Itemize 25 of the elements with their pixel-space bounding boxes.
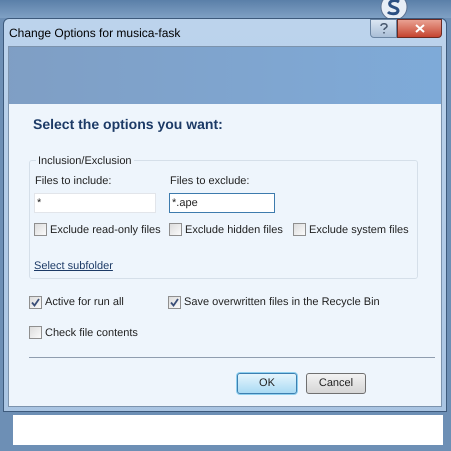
field-label: Files to include: [34, 174, 112, 189]
dialog-heading: Select the options you want: [32, 115, 224, 134]
checkbox[interactable] [169, 223, 182, 236]
dialog-button[interactable]: OK [237, 373, 297, 394]
checkbox[interactable] [34, 223, 47, 236]
checkbox[interactable] [29, 326, 42, 340]
close-icon [414, 24, 424, 33]
checkbox-label: Exclude system files [309, 222, 409, 238]
help-icon [380, 23, 388, 34]
input-field[interactable]: * [34, 192, 156, 212]
checkbox-label: Save overwritten files in the Recycle Bin [184, 295, 380, 310]
help-button[interactable] [370, 19, 397, 38]
dialog-button[interactable]: Cancel [306, 373, 366, 394]
select-subfolder-link[interactable]: Select subfolder [34, 258, 113, 274]
checkbox-label: Active for run all [45, 295, 124, 310]
checkbox-label: Exclude hidden files [185, 222, 283, 238]
checkbox[interactable] [293, 223, 306, 236]
field-label: Files to exclude: [169, 174, 250, 189]
checkbox[interactable] [29, 296, 42, 309]
input-field[interactable]: *.ape [169, 192, 275, 212]
checkbox-label: Exclude read-only files [50, 222, 161, 238]
close-button[interactable] [397, 19, 442, 38]
checkbox[interactable] [168, 296, 181, 309]
window-title: Change Options for musica-fask [9, 24, 180, 42]
checkbox-label: Check file contents [45, 326, 138, 340]
